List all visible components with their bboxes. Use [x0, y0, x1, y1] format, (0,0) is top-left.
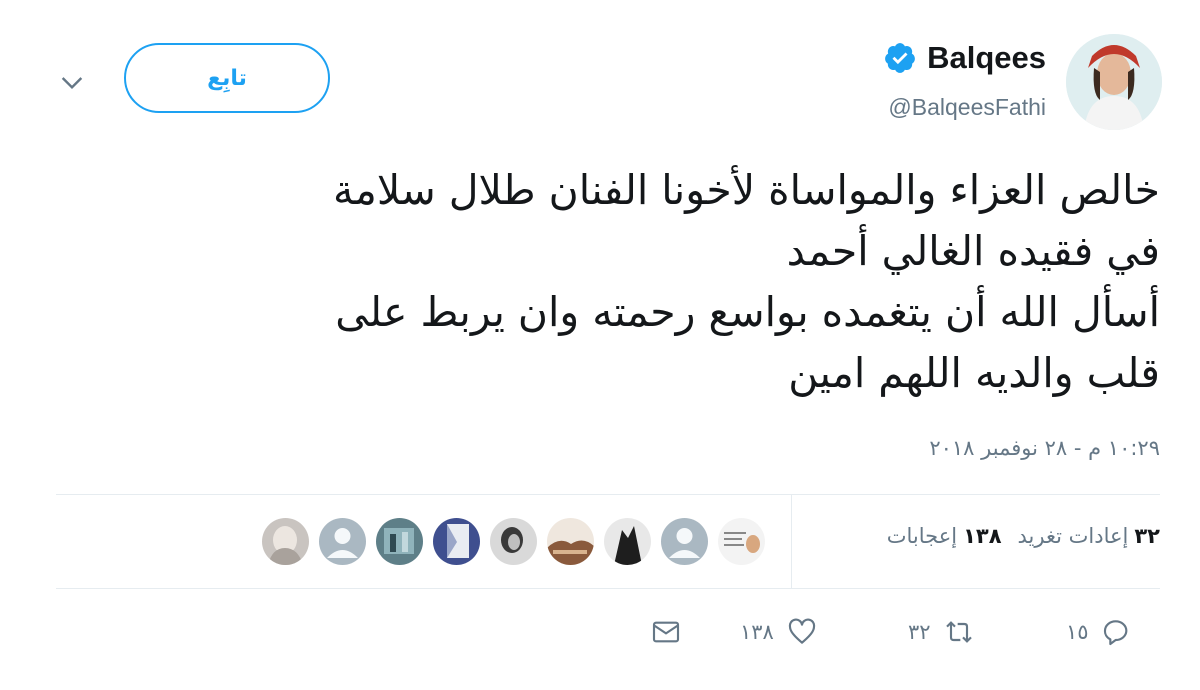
- tweet-stats: ٣٢ إعادات تغريد ١٣٨ إعجابات: [887, 524, 1160, 548]
- avatar-image: [1066, 34, 1162, 130]
- tweet-timestamp[interactable]: ١٠:٢٩ م - ٢٨ نوفمبر ٢٠١٨: [929, 436, 1160, 460]
- liker-avatar[interactable]: [547, 518, 594, 565]
- envelope-icon: [652, 621, 680, 643]
- liker-avatar[interactable]: [376, 518, 423, 565]
- liker-avatar[interactable]: [262, 518, 309, 565]
- liker-avatar[interactable]: [490, 518, 537, 565]
- likes-count: ١٣٨: [963, 524, 1002, 548]
- display-name[interactable]: Balqees: [927, 40, 1046, 76]
- reply-action[interactable]: ١٥: [1066, 616, 1133, 648]
- tweet-line: قلب والديه اللهم امين: [788, 349, 1160, 397]
- tweet-line: أسأل الله أن يتغمده بواسع رحمته وان يربط…: [335, 288, 1160, 336]
- retweets-stat[interactable]: ٣٢ إعادات تغريد: [1018, 524, 1160, 548]
- retweet-count: ٣٢: [908, 620, 931, 644]
- follow-button[interactable]: تابِع: [124, 43, 330, 113]
- liker-avatar[interactable]: [661, 518, 708, 565]
- heart-icon: [788, 618, 815, 644]
- tweet-actions: ١٥ ٣٢ ١٣٨: [0, 616, 1200, 656]
- avatar[interactable]: [1066, 34, 1162, 130]
- liker-avatar[interactable]: [604, 518, 651, 565]
- retweet-icon: [945, 621, 972, 643]
- retweets-count: ٣٢: [1134, 524, 1160, 548]
- user-handle[interactable]: @BalqeesFathi: [888, 94, 1046, 121]
- direct-message-action[interactable]: [650, 616, 682, 648]
- divider: [791, 494, 792, 588]
- like-count: ١٣٨: [740, 620, 774, 644]
- divider: [56, 588, 1160, 589]
- liker-avatar[interactable]: [433, 518, 480, 565]
- likes-stat[interactable]: ١٣٨ إعجابات: [887, 524, 1002, 548]
- retweets-label: إعادات تغريد: [1017, 524, 1129, 548]
- divider: [56, 494, 1160, 495]
- likes-label: إعجابات: [886, 524, 958, 548]
- reply-icon: [1103, 620, 1127, 646]
- tweet-text: خالص العزاء والمواساة لأخونا الفنان طلال…: [70, 160, 1160, 404]
- tweet-line: خالص العزاء والمواساة لأخونا الفنان طلال…: [332, 166, 1160, 214]
- chevron-down-icon[interactable]: [56, 66, 88, 98]
- reply-count: ١٥: [1066, 620, 1089, 644]
- liker-avatar[interactable]: [718, 518, 765, 565]
- tweet-line: في فقيده الغالي أحمد: [786, 227, 1160, 275]
- user-name-row[interactable]: Balqees: [883, 40, 1046, 76]
- verified-badge-icon: [885, 43, 915, 73]
- retweet-action[interactable]: ٣٢: [908, 616, 975, 648]
- liker-avatar[interactable]: [319, 518, 366, 565]
- liker-avatars: [262, 518, 765, 565]
- like-action[interactable]: ١٣٨: [740, 616, 818, 648]
